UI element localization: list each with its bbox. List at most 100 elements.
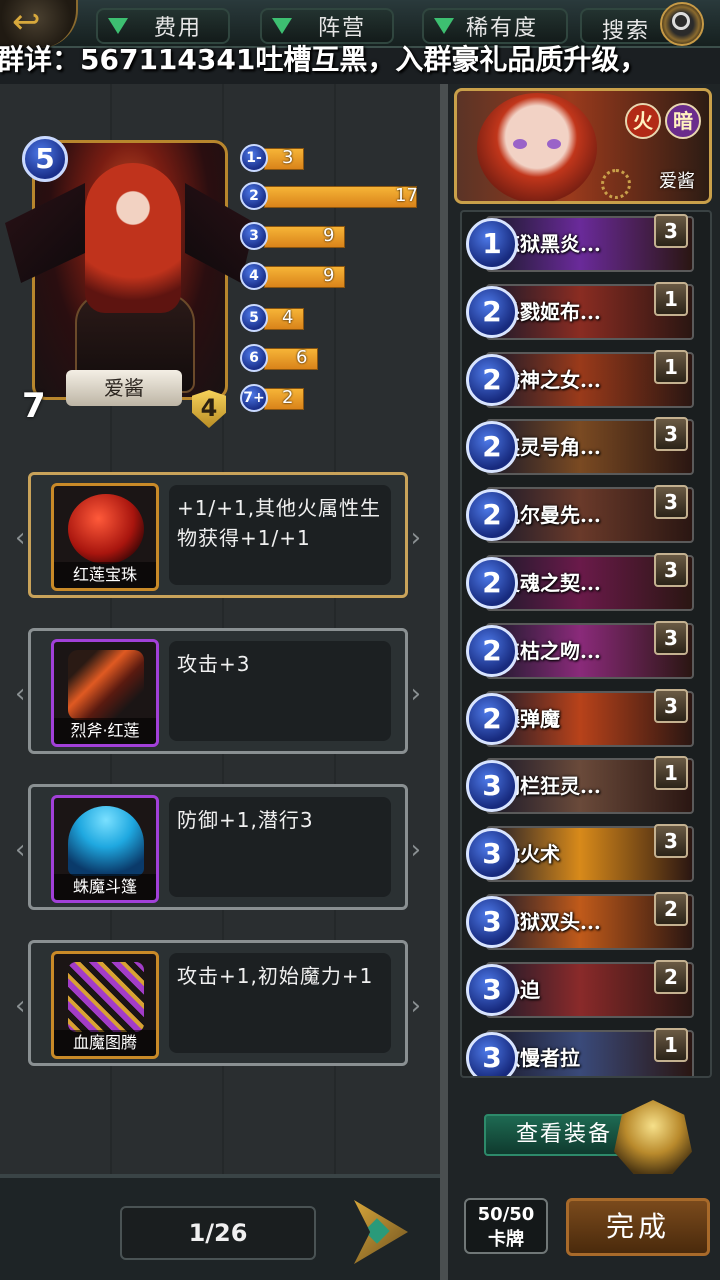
mana-curve-row: 66 [240, 344, 334, 372]
card-cost-badge: 2 [466, 489, 518, 542]
deck-card-row[interactable]: 杀戮姬布... 2 1 [466, 281, 694, 342]
back-arrow-icon: ↩ [12, 2, 41, 42]
card-copy-count: 3 [654, 214, 688, 248]
mana-cost-label: 7+ [240, 384, 268, 412]
mana-curve-count: 2 [282, 387, 294, 408]
pager-bar: 1/26 [0, 1174, 440, 1280]
deck-card-row[interactable]: 战神之女... 2 1 [466, 349, 694, 410]
axe-icon [68, 650, 144, 720]
equipment-description: 防御+1,潜行3 [169, 797, 391, 897]
helmet-icon [614, 1100, 692, 1174]
equipment-name: 红莲宝珠 [54, 562, 156, 588]
card-cost-badge: 2 [466, 421, 518, 474]
card-cost-badge: 3 [466, 963, 518, 1016]
card-copy-count: 3 [654, 553, 688, 587]
mana-cost-label: 2 [240, 182, 268, 210]
page-indicator: 1/26 [120, 1206, 316, 1260]
hero-card[interactable]: 5 爱酱 7 4 [5, 120, 255, 428]
red-orb-icon [68, 494, 144, 564]
mana-curve-row: 39 [240, 222, 361, 250]
mana-curve-row: 7+ 2 [240, 384, 320, 412]
totem-icon [68, 962, 144, 1032]
deck-card-row[interactable]: 焦枯之吻... 2 3 [466, 620, 694, 681]
deck-card-row[interactable]: 胁迫 3 2 [466, 959, 694, 1020]
equipment-slot[interactable]: ‹ › 血魔图腾 攻击+1,初始魔力+1 [15, 940, 421, 1066]
card-cost-badge: 3 [466, 760, 518, 813]
card-copy-count: 1 [654, 756, 688, 791]
deck-hero-name: 爱酱 [659, 171, 695, 192]
deck-card-row[interactable]: 灵魂之契... 2 3 [466, 553, 694, 613]
card-cost-badge: 2 [466, 557, 518, 609]
deck-card-row[interactable]: 爆弹魔 2 3 [466, 688, 694, 749]
mana-curve-count: 3 [282, 147, 294, 168]
deck-card-row[interactable]: 傲慢者拉 3 1 [466, 1027, 694, 1076]
mana-curve-row: 54 [240, 304, 320, 332]
chevron-down-icon [434, 18, 454, 34]
hero-cost-badge: 5 [22, 136, 68, 182]
card-cost-badge: 3 [466, 1031, 518, 1076]
mana-cost-label: 3 [240, 222, 268, 250]
card-cost-badge: 1 [466, 218, 518, 270]
dark-element-icon: 暗 [665, 103, 701, 139]
mana-curve-bar [264, 348, 318, 370]
card-copy-count: 3 [654, 417, 688, 452]
equipment-description: 攻击+1,初始魔力+1 [169, 953, 391, 1053]
card-cost-badge: 2 [466, 624, 518, 677]
equipment-slot[interactable]: ‹ › 红莲宝珠 +1/+1,其他火属性生物获得+1/+1 [15, 472, 421, 598]
chevron-down-icon [108, 18, 128, 34]
equipment-icon: 蛛魔斗篷 [51, 795, 159, 903]
mana-curve-count: 6 [296, 347, 308, 368]
equipment-slot[interactable]: ‹ › 蛛魔斗篷 防御+1,潜行3 [15, 784, 421, 910]
card-copy-count: 3 [654, 620, 688, 655]
card-copy-count: 3 [654, 824, 688, 859]
next-page-arrow-icon[interactable] [354, 1200, 408, 1264]
deck-card-row[interactable]: 凯尔曼先... 2 3 [466, 485, 694, 545]
deck-card-row[interactable]: 英灵号角... 2 3 [466, 417, 694, 477]
announcement-text: 群详：567114341吐槽互黑，入群豪礼品质升级， [0, 43, 648, 76]
done-button[interactable]: 完成 [566, 1198, 710, 1256]
deck-list-panel: 火 暗 爱酱 炼狱黑炎... 1 3 杀戮姬布... 2 1 战神之女... 2 1 英灵号角..… [448, 84, 720, 1280]
mana-curve-count: 9 [323, 265, 335, 286]
panel-divider [440, 84, 448, 1280]
deck-card-row[interactable]: 龙火术 3 3 [466, 824, 694, 884]
mana-cost-label: 5 [240, 304, 268, 332]
deck-card-row[interactable]: 炼狱双头... 3 2 [466, 892, 694, 952]
card-cost-badge: 2 [466, 692, 518, 745]
card-copy-count: 1 [654, 281, 688, 316]
mana-curve-count: 17 [395, 185, 418, 206]
cloak-icon [68, 806, 144, 876]
equipment-name: 血魔图腾 [54, 1030, 156, 1056]
mana-curve-count: 4 [282, 307, 294, 328]
card-cost-badge: 3 [466, 896, 518, 948]
chevron-down-icon [272, 18, 292, 34]
mana-cost-label: 4 [240, 262, 268, 290]
mana-cost-label: 6 [240, 344, 268, 372]
deck-card-row[interactable]: 剑栏狂灵... 3 1 [466, 756, 694, 816]
card-copy-count: 3 [654, 485, 688, 520]
equipment-description: 攻击+3 [169, 641, 391, 741]
announcement-marquee: 群详：567114341吐槽互黑，入群豪礼品质升级， [0, 38, 720, 82]
fire-element-icon: 火 [625, 103, 661, 139]
equipment-slot[interactable]: ‹ › 烈斧·红莲 攻击+3 [15, 628, 421, 754]
equipment-icon: 红莲宝珠 [51, 483, 159, 591]
mana-curve-count: 9 [323, 225, 335, 246]
hero-attack: 7 [22, 386, 46, 426]
equipment-icon: 血魔图腾 [51, 951, 159, 1059]
card-copy-count: 3 [654, 688, 688, 723]
card-copy-count: 1 [654, 1027, 688, 1062]
hero-portrait [5, 140, 255, 400]
card-cost-badge: 2 [466, 353, 518, 406]
card-copy-count: 2 [654, 959, 688, 994]
card-count-badge: 50/50 卡牌 [464, 1198, 548, 1254]
equipment-icon: 烈斧·红莲 [51, 639, 159, 747]
deck-card-list[interactable]: 炼狱黑炎... 1 3 杀戮姬布... 2 1 战神之女... 2 1 英灵号角... 2 3 凯尔曼先… [460, 210, 712, 1078]
gear-icon [601, 169, 631, 199]
card-copy-count: 2 [654, 892, 688, 926]
card-count-value: 50/50 [477, 1204, 535, 1225]
mana-curve-row: 1- 3 [240, 144, 320, 172]
deck-card-row[interactable]: 炼狱黑炎... 1 3 [466, 214, 694, 274]
mana-curve-row: 49 [240, 262, 361, 290]
card-count-unit: 卡牌 [488, 1229, 524, 1250]
equipment-name: 烈斧·红莲 [54, 718, 156, 744]
deck-hero-header[interactable]: 火 暗 爱酱 [454, 88, 712, 204]
